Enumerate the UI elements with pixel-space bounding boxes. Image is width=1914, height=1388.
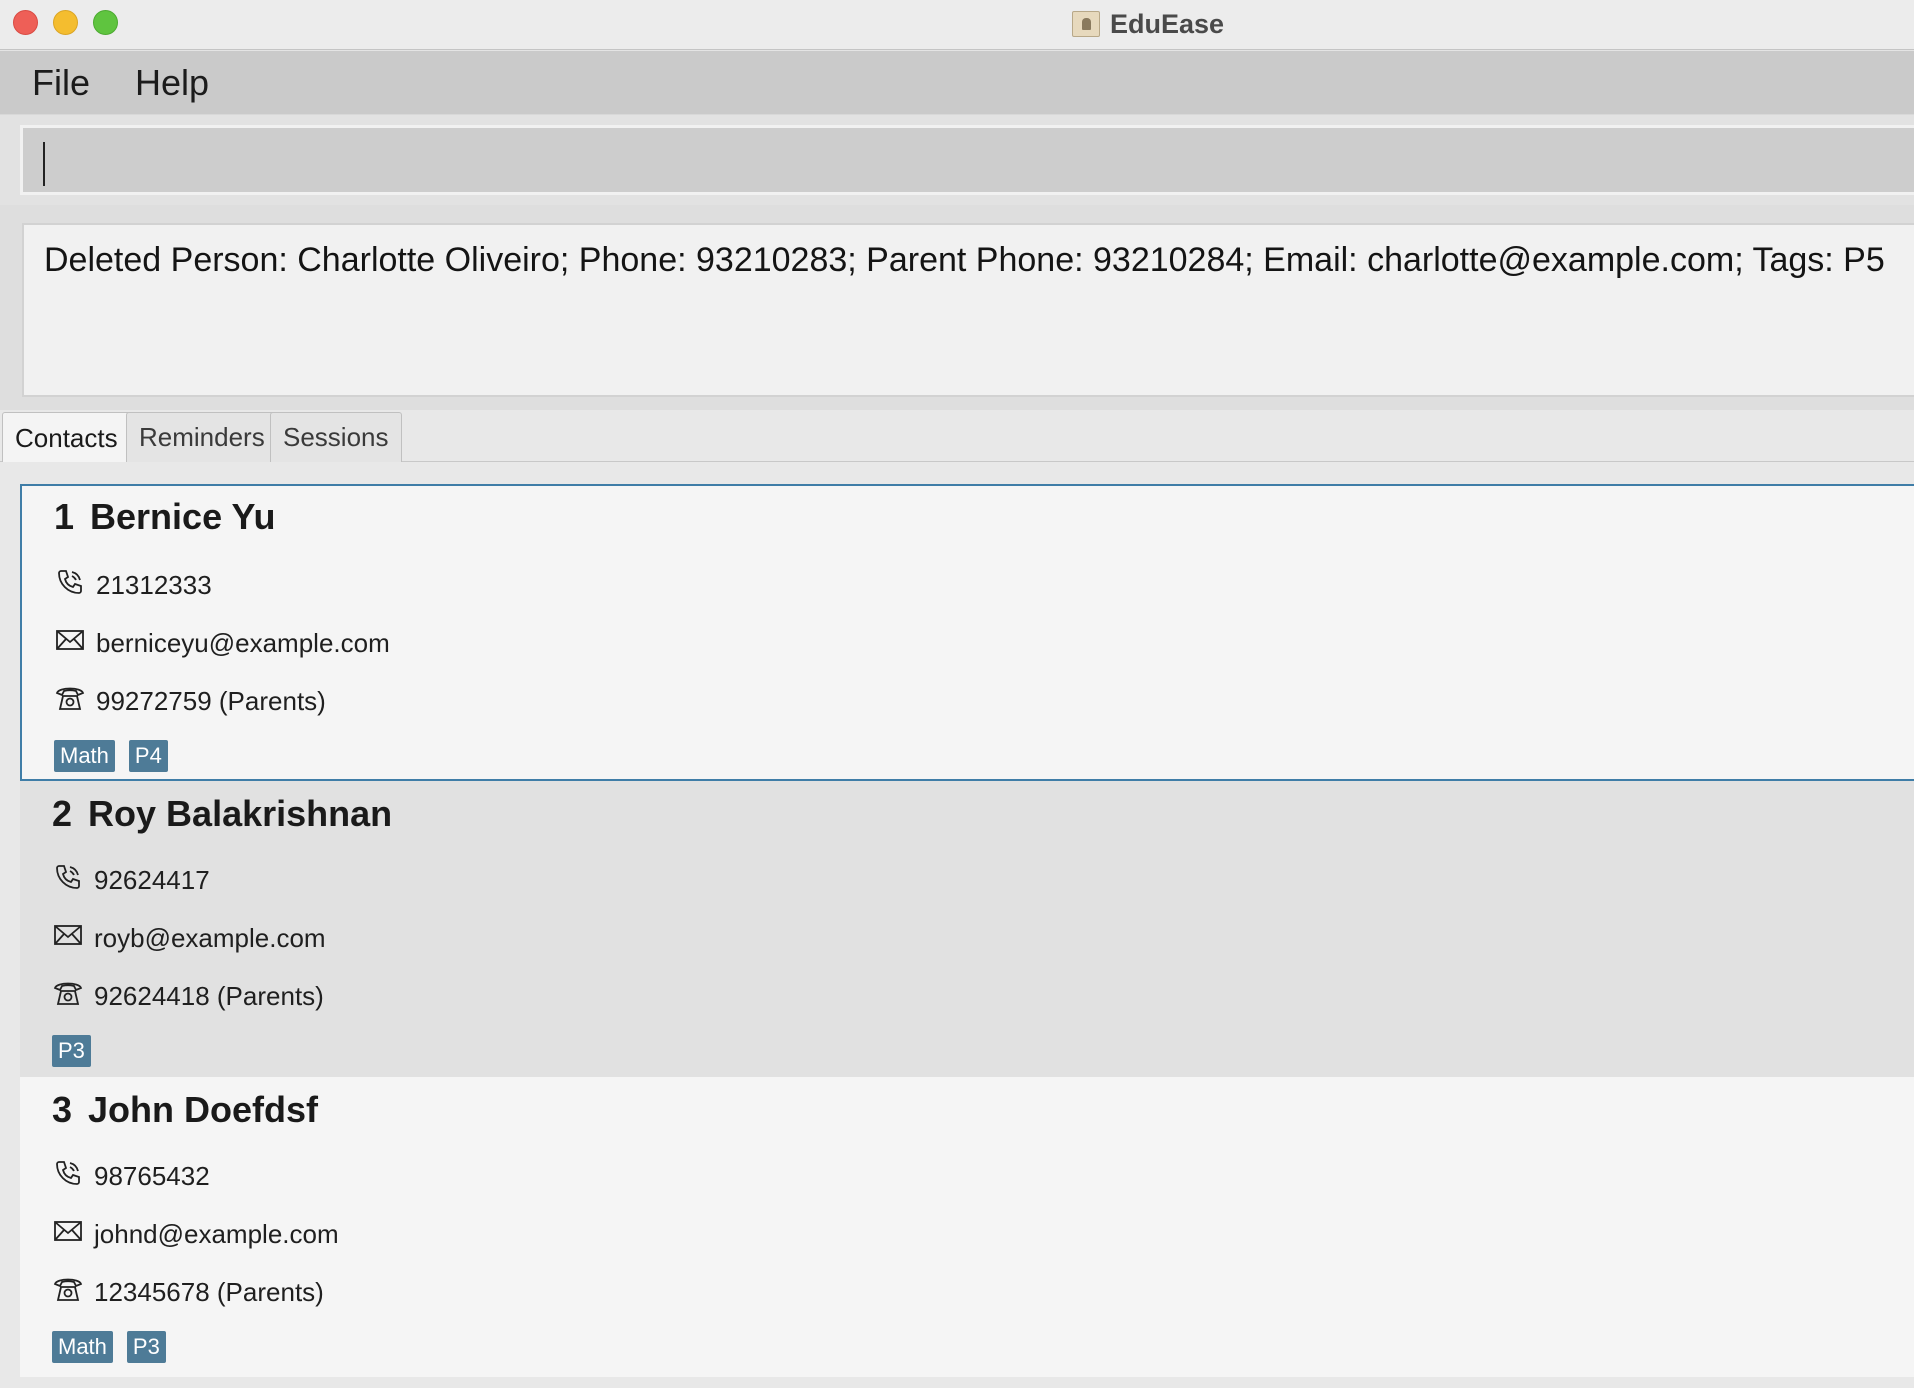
contact-index: 2: [52, 793, 73, 834]
contact-index: 3: [52, 1089, 73, 1130]
menu-bar: File Help: [0, 51, 1914, 115]
result-display-container: Deleted Person: Charlotte Oliveiro; Phon…: [0, 205, 1914, 410]
command-input[interactable]: [20, 125, 1914, 195]
tag-badge: Math: [52, 1331, 113, 1363]
command-box-container: [0, 115, 1914, 205]
contact-name: 2 Roy Balakrishnan: [52, 793, 392, 835]
contact-index: 1: [54, 496, 75, 537]
tag-badge: P3: [126, 1331, 166, 1363]
contact-card[interactable]: 3 John Doefdsf 98765432 johnd@example.com…: [20, 1077, 1914, 1377]
contact-phone: 21312333: [96, 570, 212, 600]
contact-phone-row: 92624417: [52, 861, 210, 900]
contact-parent-phone: 92624418 (Parents): [94, 981, 324, 1011]
contact-list[interactable]: 1 Bernice Yu 21312333 berniceyu@example.c…: [20, 484, 1914, 1388]
phone-icon: [52, 861, 84, 900]
tab-reminders[interactable]: Reminders: [126, 412, 278, 462]
telephone-icon: [54, 682, 86, 721]
contact-phone: 92624417: [94, 865, 210, 895]
envelope-icon: [54, 624, 86, 663]
contact-list-panel: 1 Bernice Yu 21312333 berniceyu@example.c…: [0, 462, 1914, 1388]
contact-email-row: berniceyu@example.com: [54, 624, 390, 663]
window-title-text: EduEase: [1110, 8, 1225, 39]
contact-card[interactable]: 1 Bernice Yu 21312333 berniceyu@example.c…: [20, 484, 1914, 781]
contact-name: 1 Bernice Yu: [54, 496, 275, 538]
telephone-icon: [52, 977, 84, 1016]
contact-tags: P3: [52, 1035, 91, 1067]
contact-email: royb@example.com: [94, 923, 326, 953]
phone-icon: [54, 566, 86, 605]
contact-card[interactable]: 2 Roy Balakrishnan 92624417 royb@example.…: [20, 781, 1914, 1077]
menu-help[interactable]: Help: [135, 62, 209, 104]
contact-parent-phone-row: 99272759 (Parents): [54, 682, 326, 721]
contact-phone-row: 21312333: [54, 566, 212, 605]
contact-parent-phone: 12345678 (Parents): [94, 1277, 324, 1307]
menu-file[interactable]: File: [32, 62, 90, 104]
contact-email: berniceyu@example.com: [96, 628, 390, 658]
window-titlebar: EduEase: [0, 0, 1914, 50]
envelope-icon: [52, 919, 84, 958]
close-window-button[interactable]: [13, 10, 38, 35]
contact-email-row: royb@example.com: [52, 919, 326, 958]
contact-tags: Math P3: [52, 1331, 166, 1363]
maximize-window-button[interactable]: [93, 10, 118, 35]
contact-tags: Math P4: [54, 740, 168, 772]
contact-parent-phone-row: 92624418 (Parents): [52, 977, 324, 1016]
contact-parent-phone: 99272759 (Parents): [96, 686, 326, 716]
contact-name-text: John Doefdsf: [88, 1089, 319, 1130]
result-display: Deleted Person: Charlotte Oliveiro; Phon…: [22, 223, 1914, 397]
tab-sessions[interactable]: Sessions: [270, 412, 402, 462]
app-icon: [1072, 11, 1100, 37]
contact-name-text: Roy Balakrishnan: [88, 793, 393, 834]
text-caret: [43, 142, 45, 186]
telephone-icon: [52, 1273, 84, 1312]
contact-name: 3 John Doefdsf: [52, 1089, 318, 1131]
window-title: EduEase: [1072, 4, 1224, 44]
contact-email-row: johnd@example.com: [52, 1215, 339, 1254]
contact-phone: 98765432: [94, 1161, 210, 1191]
contact-phone-row: 98765432: [52, 1157, 210, 1196]
contact-parent-phone-row: 12345678 (Parents): [52, 1273, 324, 1312]
contact-name-text: Bernice Yu: [90, 496, 276, 537]
phone-icon: [52, 1157, 84, 1196]
envelope-icon: [52, 1215, 84, 1254]
tab-contacts[interactable]: Contacts: [2, 412, 131, 463]
contact-email: johnd@example.com: [94, 1219, 339, 1249]
tag-badge: P4: [128, 740, 168, 772]
tag-badge: P3: [52, 1035, 91, 1067]
tag-badge: Math: [54, 740, 115, 772]
minimize-window-button[interactable]: [53, 10, 78, 35]
tab-bar: Contacts Reminders Sessions: [0, 410, 1914, 463]
